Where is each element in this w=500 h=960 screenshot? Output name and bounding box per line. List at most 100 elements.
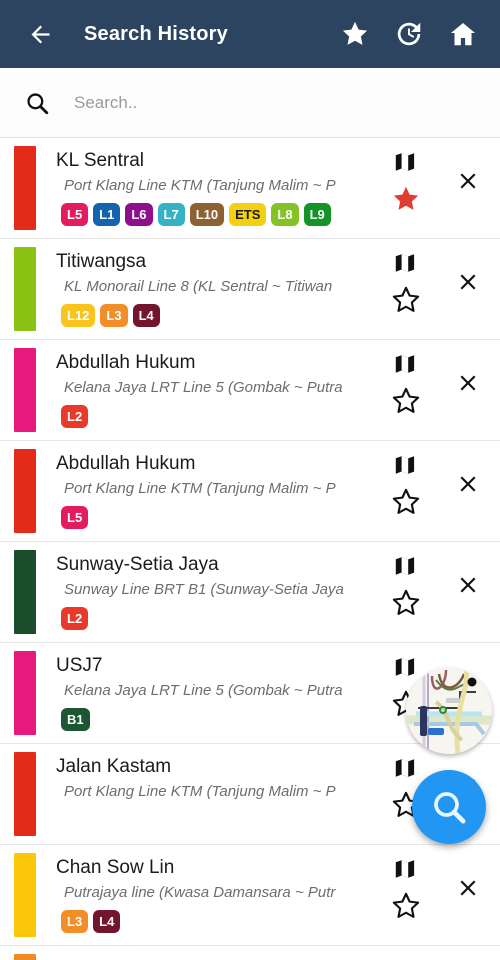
line-badge: L2 xyxy=(61,405,89,428)
delete-button[interactable] xyxy=(452,266,484,298)
line-color-bar xyxy=(14,752,36,836)
map-button[interactable] xyxy=(392,856,418,882)
favorite-toggle[interactable] xyxy=(390,486,422,518)
line-description: Kelana Jaya LRT Line 5 (Gombak ~ Putra xyxy=(64,379,343,396)
line-badge: L2 xyxy=(61,607,89,630)
home-button[interactable] xyxy=(446,17,480,51)
line-badge: L5 xyxy=(61,506,89,529)
search-input[interactable] xyxy=(74,81,500,124)
close-icon xyxy=(460,880,476,896)
history-row[interactable]: Sunway-Setia Jaya Sunway Line BRT B1 (Sun… xyxy=(0,542,500,643)
line-badge: L6 xyxy=(125,203,153,226)
row-actions xyxy=(380,340,500,440)
line-badge: B1 xyxy=(61,708,90,731)
delete-button[interactable] xyxy=(452,872,484,904)
star-outline-icon xyxy=(392,488,420,514)
row-actions xyxy=(380,441,500,541)
map-button[interactable] xyxy=(392,149,418,175)
line-color-bar xyxy=(14,449,36,533)
map-icon xyxy=(395,355,415,373)
delete-button[interactable] xyxy=(452,367,484,399)
star-outline-icon xyxy=(392,589,420,615)
page-title: Search History xyxy=(84,22,228,45)
back-button[interactable] xyxy=(18,12,62,56)
map-button[interactable] xyxy=(392,654,418,680)
row-content xyxy=(36,946,500,960)
line-color-bar xyxy=(14,550,36,634)
map-button[interactable] xyxy=(392,755,418,781)
line-badge: L9 xyxy=(303,203,331,226)
map-thumbnail-fab[interactable] xyxy=(406,668,492,754)
line-badge: L3 xyxy=(100,304,128,327)
line-badge: L3 xyxy=(61,910,89,933)
map-button[interactable] xyxy=(392,452,418,478)
history-button[interactable] xyxy=(392,17,426,51)
line-badge: L7 xyxy=(157,203,185,226)
search-bar[interactable] xyxy=(0,68,500,138)
line-badge: ETS xyxy=(229,203,267,226)
row-actions xyxy=(380,542,500,642)
line-color-bar xyxy=(14,651,36,735)
star-outline-icon xyxy=(392,387,420,413)
line-description: Port Klang Line KTM (Tanjung Malim ~ P xyxy=(64,783,336,800)
line-color-bar xyxy=(14,247,36,331)
line-color-bar xyxy=(14,954,36,960)
map-button[interactable] xyxy=(392,351,418,377)
line-badge: L5 xyxy=(61,203,89,226)
map-button[interactable] xyxy=(392,553,418,579)
favorite-toggle[interactable] xyxy=(390,385,422,417)
line-description: Sunway Line BRT B1 (Sunway-Setia Jaya xyxy=(64,581,344,598)
close-icon xyxy=(460,173,476,189)
map-icon xyxy=(395,153,415,171)
arrow-left-icon xyxy=(31,25,49,43)
history-list: KL Sentral Port Klang Line KTM (Tanjung M… xyxy=(0,138,500,960)
map-icon xyxy=(395,557,415,575)
star-outline-icon xyxy=(392,286,420,312)
line-color-bar xyxy=(14,853,36,937)
line-color-bar xyxy=(14,348,36,432)
line-badge: L1 xyxy=(93,203,121,226)
history-row[interactable]: KL Sentral Port Klang Line KTM (Tanjung M… xyxy=(0,138,500,239)
favorite-toggle[interactable] xyxy=(390,183,422,215)
line-badge: L8 xyxy=(271,203,299,226)
history-row[interactable] xyxy=(0,946,500,960)
map-button[interactable] xyxy=(392,250,418,276)
delete-button[interactable] xyxy=(452,569,484,601)
line-description: Port Klang Line KTM (Tanjung Malim ~ P xyxy=(64,177,336,194)
map-icon xyxy=(395,759,415,777)
app-bar: Search History xyxy=(0,0,500,68)
search-fab[interactable] xyxy=(412,770,486,844)
search-history-screen: Search History Search.. KL Sentral Port … xyxy=(0,0,500,960)
history-row[interactable]: Titiwangsa KL Monorail Line 8 (KL Sentral… xyxy=(0,239,500,340)
home-icon xyxy=(451,23,475,46)
line-description: Putrajaya line (Kwasa Damansara ~ Putr xyxy=(64,884,336,901)
favorite-toggle[interactable] xyxy=(390,890,422,922)
row-actions xyxy=(380,138,500,238)
delete-button[interactable] xyxy=(452,468,484,500)
map-icon xyxy=(395,456,415,474)
delete-button[interactable] xyxy=(452,165,484,197)
line-description: KL Monorail Line 8 (KL Sentral ~ Titiwan xyxy=(64,278,333,295)
map-icon xyxy=(395,658,415,676)
row-actions xyxy=(380,239,500,339)
line-description: Kelana Jaya LRT Line 5 (Gombak ~ Putra xyxy=(64,682,343,699)
map-icon xyxy=(395,860,415,878)
line-badge: L4 xyxy=(132,304,160,327)
line-description: Port Klang Line KTM (Tanjung Malim ~ P xyxy=(64,480,336,497)
history-row[interactable]: Abdullah Hukum Port Klang Line KTM (Tanju… xyxy=(0,441,500,542)
history-row[interactable]: Chan Sow Lin Putrajaya line (Kwasa Damans… xyxy=(0,845,500,946)
app-bar-actions xyxy=(338,17,486,51)
close-icon xyxy=(460,274,476,290)
favorite-toggle[interactable] xyxy=(390,284,422,316)
close-icon xyxy=(460,577,476,593)
row-actions xyxy=(380,845,500,945)
favorite-toggle[interactable] xyxy=(390,587,422,619)
history-clock-icon xyxy=(397,22,421,46)
history-row[interactable]: Abdullah Hukum Kelana Jaya LRT Line 5 (Go… xyxy=(0,340,500,441)
star-filled-icon xyxy=(342,21,368,45)
transit-map-thumbnail xyxy=(406,668,492,754)
star-outline-icon xyxy=(392,892,420,918)
favorites-button[interactable] xyxy=(338,17,372,51)
line-color-bar xyxy=(14,146,36,230)
search-icon xyxy=(16,82,58,124)
